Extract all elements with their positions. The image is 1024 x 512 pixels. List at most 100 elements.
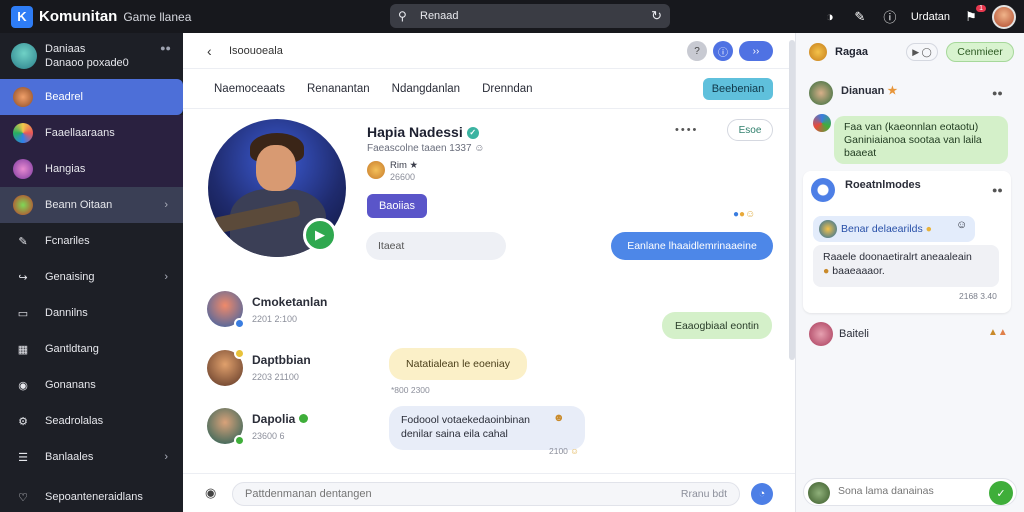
top-right-controls: ◑ ✎ ⓘ Urdatan ⚑ 1 xyxy=(821,3,1016,30)
sidebar-item-0[interactable]: Beadrel xyxy=(0,79,183,115)
message-time: 2203 21100 xyxy=(252,372,299,382)
toggle-switch[interactable]: ▶ ◯ xyxy=(906,43,938,61)
sidebar-item-label: Hangias xyxy=(45,163,86,175)
user-avatar[interactable] xyxy=(992,4,1016,29)
sidebar-item-label: Genaising xyxy=(45,271,95,283)
pencil-icon: ✎ xyxy=(18,235,28,248)
tab-1[interactable]: Renanantan xyxy=(307,83,370,95)
app-logo-icon[interactable]: K xyxy=(11,5,33,28)
play-icon[interactable]: ▶ xyxy=(303,218,337,252)
top-bar: K Komunitan Game llanea ⚲ ↻ ◑ ✎ ⓘ Urdata… xyxy=(0,0,1024,33)
chevron-right-icon: › xyxy=(164,199,168,211)
close-button[interactable]: Esoe xyxy=(727,119,773,141)
back-arrow-icon[interactable]: ‹ xyxy=(207,43,221,59)
composer-hint: Rranu bdt xyxy=(680,488,727,500)
sidebar-item-10[interactable]: ☰ Banlaales › xyxy=(0,439,183,475)
list-icon: ☰ xyxy=(18,451,28,464)
reply-input-bubble[interactable]: Itaeat xyxy=(366,232,506,260)
theme-icon[interactable]: ◑ xyxy=(821,9,839,24)
message-time: 2168 3.40 xyxy=(959,291,997,301)
more-options-icon[interactable]: •••• xyxy=(675,124,698,136)
chevron-right-icon: › xyxy=(164,451,168,463)
tab-0[interactable]: Naemoceaats xyxy=(214,83,285,95)
avatar[interactable] xyxy=(207,291,245,329)
app-title: Komunitan xyxy=(39,8,118,25)
sidebar-item-label: Dannilns xyxy=(45,307,88,319)
sidebar-item-8[interactable]: ◉ Gonanans xyxy=(0,367,183,403)
main-panel: ‹ Isoouoeala ? ⓘ ›› Naemoceaats Renanant… xyxy=(183,33,795,512)
tab-2[interactable]: Ndangdanlan xyxy=(392,83,460,95)
sidebar-item-11[interactable]: ♡ Sepoanteneraidlans xyxy=(0,479,183,512)
sidebar-item-9[interactable]: ⚙ Seadrolalas xyxy=(0,403,183,439)
send-icon[interactable]: ◔ xyxy=(751,483,773,505)
more-icon[interactable]: ●● xyxy=(992,185,1003,195)
message-time: 23600 6 xyxy=(252,431,285,441)
sidebar-item-label: Banlaales xyxy=(45,451,94,463)
chevron-right-icon: › xyxy=(164,271,168,283)
search-input[interactable] xyxy=(420,10,652,22)
sidebar-item-7[interactable]: ▦ Gantldtang xyxy=(0,331,183,367)
avatar[interactable] xyxy=(207,348,245,386)
profile-name: Hapia Nadessi xyxy=(367,124,463,140)
composer-field[interactable]: Rranu bdt xyxy=(232,482,740,506)
sidebar-profile[interactable]: Daniaas Danaoo poxade0 ●● xyxy=(0,33,183,79)
user-name[interactable]: Urdatan xyxy=(911,11,950,23)
sidebar-item-4[interactable]: ✎ Fcnariles xyxy=(0,223,183,259)
search-icon: ⚲ xyxy=(398,9,407,23)
camera-icon[interactable]: ◉ xyxy=(205,485,216,501)
breadcrumb: Isoouoeala xyxy=(229,44,283,57)
heart-icon: ♡ xyxy=(18,491,28,504)
follow-button[interactable]: Baoiias xyxy=(367,194,427,218)
refresh-icon[interactable]: ↻ xyxy=(651,8,662,24)
sidebar-item-label: Gonanans xyxy=(45,379,96,391)
sidebar-item-5[interactable]: ↪ Genaising › xyxy=(0,259,183,295)
chart-icon: ▦ xyxy=(17,343,29,356)
forward-icon[interactable]: ›› xyxy=(739,41,773,61)
send-icon[interactable]: ✓ xyxy=(989,481,1013,505)
emoji-icon: ☺ xyxy=(956,219,968,231)
right-panel: Ragaa ▶ ◯ Cenmieer Dianuan ★ ●● Faa van … xyxy=(795,33,1024,512)
message-input[interactable] xyxy=(245,488,605,500)
sidebar-item-2[interactable]: Hangias xyxy=(0,151,183,187)
avatar[interactable] xyxy=(809,81,833,105)
tab-3[interactable]: Drenndan xyxy=(482,83,533,95)
tab-action-button[interactable]: Beebenian xyxy=(703,78,773,100)
chat-user: Baiteli xyxy=(839,328,869,340)
right-composer: ✓ xyxy=(803,478,1017,506)
message-bubble: Natatialean le eoeniay xyxy=(389,348,527,380)
chat-user: Roeatnlmodes xyxy=(845,179,921,191)
verified-icon: ✓ xyxy=(466,127,479,140)
sidebar-item-6[interactable]: ▭ Dannilns xyxy=(0,295,183,331)
avatar[interactable] xyxy=(207,408,245,446)
right-message-input[interactable] xyxy=(838,485,978,497)
avatar xyxy=(367,161,385,179)
connect-button[interactable]: Cenmieer xyxy=(946,42,1014,62)
avatar xyxy=(813,114,831,132)
right-header: Ragaa ▶ ◯ Cenmieer xyxy=(796,33,1024,71)
more-icon[interactable]: ●● xyxy=(160,43,171,53)
chat-icon: ▭ xyxy=(17,307,29,320)
info-icon[interactable]: ⓘ xyxy=(713,41,733,61)
sidebar-item-label: Beadrel xyxy=(45,91,83,103)
sidebar-item-label: Beann Oitaan xyxy=(45,199,113,211)
message-bubble: Raaele doonaetiralrt aneaaleain ● baaeaa… xyxy=(813,245,999,287)
friend-count: 26600 xyxy=(390,172,416,182)
notification-icon[interactable]: ⚑ 1 xyxy=(962,4,986,25)
sidebar-item-1[interactable]: Faaellaaraans xyxy=(0,115,183,151)
message-composer: ◉ Rranu bdt ◔ xyxy=(183,473,795,512)
pin-icon[interactable]: ✎ xyxy=(851,9,869,25)
info-icon[interactable]: ⓘ xyxy=(881,7,899,26)
sidebar-item-3[interactable]: Beann Oitaan › xyxy=(0,187,183,223)
avatar xyxy=(13,87,33,107)
search-bar[interactable]: ⚲ ↻ xyxy=(390,4,670,28)
main-header: ‹ Isoouoeala ? ⓘ ›› xyxy=(183,33,795,69)
more-icon[interactable]: ●● xyxy=(992,88,1003,98)
link-icon: ↪ xyxy=(18,271,28,284)
camera-icon: ◉ xyxy=(18,379,28,392)
avatar xyxy=(808,482,830,504)
avatar[interactable] xyxy=(809,322,833,346)
sidebar-item-label: Sepoanteneraidlans xyxy=(45,491,143,503)
avatar[interactable] xyxy=(811,178,835,202)
help-icon[interactable]: ? xyxy=(687,41,707,61)
avatar xyxy=(13,123,33,143)
